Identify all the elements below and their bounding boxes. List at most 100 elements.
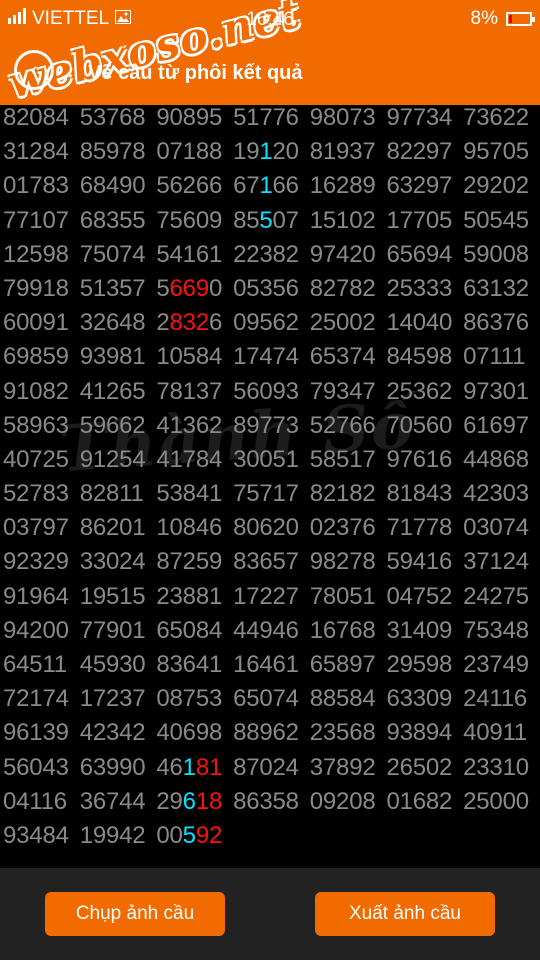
grid-number: 71778: [386, 514, 453, 542]
grid-number: 65897: [309, 651, 376, 678]
grid-number: 82782: [309, 274, 376, 302]
grid-number: 25333: [386, 274, 453, 302]
grid-number: 44868: [463, 445, 529, 473]
grid-number: 23568: [309, 719, 376, 747]
grid-row: 03797 86201 10846 80620 02376 71778 03074: [0, 515, 540, 549]
grid-number: 68490: [79, 172, 146, 200]
export-button[interactable]: Xuất ảnh cầu: [315, 892, 495, 936]
grid-number: 51776: [233, 104, 299, 131]
grid-number: 16289: [309, 172, 376, 200]
grid-number: 73622: [463, 104, 529, 131]
grid-number: 32648: [79, 309, 146, 337]
page-title: Vẽ cầu từ phôi kết quả: [88, 62, 303, 84]
grid-row: 69859 93981 10584 17474 65374 84598 07111: [0, 344, 540, 378]
grid-row: 79918 51357 56690 05356 82782 25333 63132: [0, 274, 540, 310]
grid-number: 01783: [3, 172, 69, 200]
grid-number-segment: 67: [233, 172, 260, 200]
grid-number: 97616: [386, 445, 453, 473]
capture-button[interactable]: Chụp ảnh cầu: [45, 892, 225, 936]
grid-number: 09562: [233, 309, 299, 337]
grid-number: 29618: [156, 788, 233, 815]
grid-number: 98278: [309, 548, 376, 576]
grid-number: 56093: [233, 377, 299, 405]
grid-number: 16461: [233, 651, 299, 678]
grid-number: 98073: [309, 104, 376, 131]
grid-number: 17227: [233, 582, 299, 610]
grid-number: 53768: [79, 104, 146, 131]
grid-number: 52783: [3, 480, 69, 508]
grid-number: 24116: [463, 685, 528, 713]
grid-number: 65074: [233, 685, 299, 713]
grid-number-segment: 66: [272, 172, 299, 200]
grid-number: 51357: [79, 274, 146, 302]
grid-number: 23310: [463, 753, 529, 781]
grid-number: 78051: [309, 582, 376, 610]
grid-number-segment: 5: [182, 821, 196, 849]
grid-number: 82084: [3, 104, 69, 131]
grid-number: 65374: [309, 343, 376, 371]
grid-number: 05356: [233, 274, 299, 302]
grid-row: 60091 32648 28326 09562 25002 14040 86376: [0, 310, 540, 344]
grid-number: 17237: [79, 685, 146, 713]
grid-number: 67166: [233, 173, 310, 199]
grid-number: 88584: [309, 685, 376, 713]
grid-number: 42342: [79, 719, 146, 747]
grid-number: 56043: [3, 753, 69, 781]
back-button[interactable]: ‹: [14, 50, 54, 90]
grid-number: 29202: [463, 172, 529, 200]
grid-number: 23881: [156, 582, 223, 610]
app-header: VIETTEL 16:46 8% ‹ Vẽ cầu từ phôi kết qu…: [0, 0, 540, 108]
grid-row: 64511 45930 83641 16461 65897 29598 23749: [0, 652, 540, 686]
grid-number: 28326: [156, 310, 233, 336]
grid-number: 40725: [3, 445, 69, 473]
grid-number: 93894: [386, 719, 453, 747]
grid-number: 72174: [3, 685, 69, 713]
grid-number: 84598: [386, 343, 453, 371]
grid-number: 97301: [463, 377, 529, 405]
grid-number: 65084: [156, 616, 223, 644]
result-grid: 82084 53768 90895 51776 98073 97734 73622 31284…: [0, 105, 540, 857]
grid-number: 10584: [156, 343, 223, 371]
grid-number: 59662: [79, 411, 146, 439]
grid-row: 96139 42342 40698 88962 23568 93894 40911: [0, 720, 540, 754]
grid-row: 92329 33024 87259 83657 98278 59416 37124: [0, 549, 540, 583]
footer-bar: Chụp ảnh cầu Xuất ảnh cầu: [0, 868, 540, 960]
grid-number: 61697: [463, 411, 529, 439]
grid-number: 30051: [233, 445, 299, 473]
grid-number: 37124: [463, 548, 529, 576]
grid-number: 86201: [79, 514, 146, 542]
grid-row: 04116 36744 29618 86358 09208 01682 25000: [0, 787, 540, 823]
grid-row: 72174 17237 08753 65074 88584 63309 24116: [0, 686, 540, 720]
grid-number: 75609: [156, 206, 223, 234]
grid-number: 77107: [3, 206, 69, 234]
grid-number: 86358: [233, 787, 299, 815]
grid-number: 16768: [309, 616, 376, 644]
grid-number: 23749: [463, 651, 529, 678]
grid-number: 31284: [3, 138, 69, 166]
grid-number: 96139: [3, 719, 69, 747]
grid-row: 91082 41265 78137 56093 79347 25362 97301: [0, 377, 540, 413]
grid-number: 58517: [309, 445, 376, 473]
grid-number: 75717: [233, 480, 299, 508]
grid-number: 42303: [463, 480, 529, 508]
grid-number: 89773: [233, 411, 299, 439]
toolbar: ‹ Vẽ cầu từ phôi kết quả: [0, 40, 540, 105]
grid-number: 87259: [156, 548, 223, 576]
grid-row: 31284 85978 07188 19120 81937 82297 95705: [0, 139, 540, 173]
grid-number: 63132: [463, 274, 529, 302]
grid-number-segment: 81: [195, 753, 223, 781]
grid-number: 56690: [156, 274, 233, 302]
grid-number-segment: 669: [169, 274, 210, 302]
grid-row: 52783 82811 53841 75717 82182 81843 42303: [0, 481, 540, 515]
grid-number: 36744: [79, 787, 146, 815]
status-bar: VIETTEL 16:46 8%: [0, 0, 540, 38]
grid-number: 29598: [386, 651, 453, 678]
grid-number: 46181: [156, 753, 233, 781]
grid-number: 83641: [156, 651, 223, 678]
grid-number: 81937: [309, 138, 376, 166]
grid-number: 41265: [79, 377, 146, 405]
grid-number: 44946: [233, 616, 299, 644]
grid-number: 04752: [386, 582, 453, 610]
grid-row: 93484 19942 00592: [0, 821, 540, 857]
grid-number: 91254: [79, 445, 146, 473]
